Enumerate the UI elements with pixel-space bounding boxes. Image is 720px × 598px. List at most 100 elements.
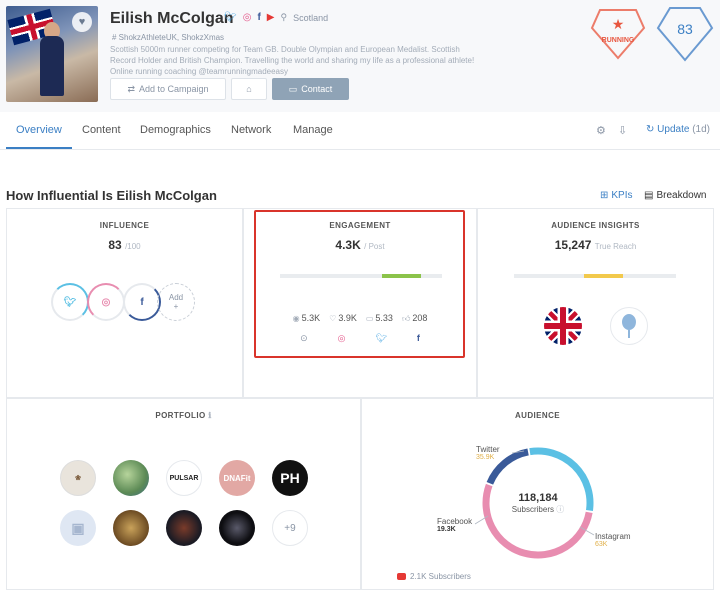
influence-value: 83 /100 — [7, 238, 242, 252]
portfolio-more-button[interactable]: +9 — [272, 510, 308, 546]
portfolio-more-count: +9 — [284, 522, 296, 534]
gender-icon[interactable] — [610, 307, 648, 345]
score-badge-value: 83 — [677, 21, 693, 37]
youtube-icon[interactable]: ▶ — [267, 12, 275, 23]
settings-icon[interactable]: ⚙ — [596, 124, 606, 137]
contact-label: Contact — [301, 84, 333, 94]
update-button[interactable]: ↻ Update (1d) — [646, 124, 710, 135]
profile-photo: ♥ — [6, 6, 98, 102]
audience-card: AUDIENCE Twitter 35.9K Facebook 19.3K In… — [361, 398, 714, 590]
heart-icon[interactable]: ♥ — [72, 12, 92, 32]
breakdown-toggle[interactable]: ▤ Breakdown — [644, 190, 706, 201]
true-reach-number: 15,247 — [554, 238, 592, 252]
portfolio-item[interactable] — [113, 510, 149, 546]
tab-overview[interactable]: Overview — [16, 124, 62, 136]
audience-insights-value: 15,247 True Reach — [478, 238, 713, 252]
portfolio-item[interactable] — [219, 510, 255, 546]
audience-total-value: 118,184 — [518, 492, 558, 504]
active-tab-indicator — [6, 147, 72, 149]
portfolio-item[interactable] — [166, 510, 202, 546]
portfolio-title-text: PORTFOLIO — [155, 411, 206, 420]
portfolio-item-ph[interactable]: PH — [272, 460, 308, 496]
audience-insights-card: AUDIENCE INSIGHTS 15,247 True Reach — [477, 208, 714, 398]
tag-icon: ⌂ — [246, 84, 252, 94]
twitter-icon[interactable]: 🐦︎ — [224, 12, 237, 23]
tab-demographics[interactable]: Demographics — [140, 124, 211, 136]
tab-manage[interactable]: Manage — [293, 124, 333, 136]
campaign-icon: ⇄ — [127, 83, 135, 94]
portfolio-item[interactable]: ▣ — [60, 510, 96, 546]
portfolio-item-dnafit[interactable]: DNAFit — [219, 460, 255, 496]
running-category-badge: ★ RUNNING — [590, 9, 646, 60]
tab-network[interactable]: Network — [231, 124, 271, 136]
youtube-subscribers-value: 2.1K Subscribers — [410, 572, 471, 581]
update-age: (1d) — [692, 124, 710, 135]
facebook-segment-name: Facebook — [437, 517, 473, 526]
instagram-influence-icon[interactable]: ◎ — [87, 283, 125, 321]
info-icon[interactable]: ⓘ — [556, 505, 564, 514]
facebook-segment-value: 19.3K — [437, 526, 456, 533]
twitter-influence-icon[interactable]: 🐦︎ — [51, 283, 89, 321]
add-to-campaign-button[interactable]: ⇄ Add to Campaign — [110, 78, 226, 100]
portfolio-item[interactable] — [113, 460, 149, 496]
influence-score-badge: 83 — [656, 7, 714, 62]
twitter-segment-label: Twitter 35.9K — [476, 445, 500, 461]
audience-total: 118,184 Subscribers ⓘ — [508, 492, 568, 515]
instagram-segment-value: 63K — [595, 541, 608, 548]
audience-insights-level-fill — [583, 274, 623, 278]
audience-total-caption: Subscribers ⓘ — [508, 504, 568, 515]
add-network-plus: + — [173, 302, 179, 311]
uk-flag-icon[interactable] — [544, 307, 582, 345]
audience-insights-level-bar — [514, 274, 676, 278]
handles-text: ShokzAthleteUK, ShokzXmas — [118, 33, 225, 42]
location-pin-icon: ⚲ — [280, 12, 288, 22]
portfolio-item-pulsar[interactable]: PULSAR — [166, 460, 202, 496]
portfolio-title: PORTFOLIO ℹ — [7, 411, 360, 420]
female-symbol-icon — [622, 314, 636, 338]
add-to-campaign-label: Add to Campaign — [139, 84, 209, 94]
message-icon: ▭ — [288, 83, 298, 94]
portfolio-item-label: PULSAR — [169, 474, 199, 482]
tab-content[interactable]: Content — [82, 124, 121, 136]
portfolio-item-label: DNAFit — [223, 473, 251, 483]
tab-bar: Overview Content Demographics Network Ma… — [0, 112, 720, 150]
facebook-icon[interactable]: f — [257, 12, 260, 23]
sponsor-handles: # ShokzAthleteUK, ShokzXmas — [112, 33, 224, 42]
tag-button[interactable]: ⌂ — [231, 78, 267, 100]
true-reach-suffix: True Reach — [594, 242, 637, 251]
location-label: Scotland — [293, 12, 329, 23]
audience-insights-title: AUDIENCE INSIGHTS — [551, 221, 640, 230]
twitter-segment-value: 35.9K — [476, 454, 495, 461]
youtube-subscribers: 2.1K Subscribers — [397, 572, 471, 581]
add-network-label: Add — [168, 293, 184, 302]
facebook-influence-icon[interactable]: f — [123, 283, 161, 321]
influence-title: INFLUENCE — [99, 221, 150, 230]
influence-score: 83 — [108, 238, 122, 252]
portfolio-card: PORTFOLIO ℹ ❀ PULSAR DNAFit PH ▣ +9 — [6, 398, 361, 590]
social-links: 🐦︎ ◎ f ▶ ⚲ Scotland — [224, 12, 328, 23]
hashtag-icon: # — [112, 33, 119, 42]
info-icon[interactable]: ℹ — [208, 411, 211, 420]
profile-name: Eilish McColgan — [110, 10, 234, 27]
kpis-label: KPIs — [611, 190, 633, 201]
svg-text:★: ★ — [612, 17, 625, 33]
portfolio-item[interactable]: ❀ — [60, 460, 96, 496]
refresh-icon: ↻ — [646, 124, 655, 135]
instagram-segment-name: Instagram — [595, 532, 631, 541]
grid-icon: ⊞ — [600, 190, 609, 201]
influence-suffix: /100 — [125, 242, 141, 251]
kpis-toggle[interactable]: ⊞ KPIs — [600, 190, 633, 201]
category-badge-label: RUNNING — [602, 37, 635, 44]
athlete-body — [40, 36, 64, 96]
update-label: Update — [657, 124, 690, 135]
profile-bio: Scottish 5000m runner competing for Team… — [110, 45, 475, 76]
add-network-button[interactable]: Add + — [157, 283, 195, 321]
instagram-icon[interactable]: ◎ — [243, 12, 252, 23]
youtube-icon — [397, 573, 406, 580]
contact-button[interactable]: ▭ Contact — [272, 78, 349, 100]
download-icon[interactable]: ⇩ — [618, 124, 627, 137]
engagement-highlight-box — [254, 210, 465, 358]
section-title: How Influential Is Eilish McColgan — [6, 188, 217, 203]
audience-total-label: Subscribers — [511, 505, 554, 514]
portfolio-logo-icon: ❀ — [75, 475, 81, 482]
